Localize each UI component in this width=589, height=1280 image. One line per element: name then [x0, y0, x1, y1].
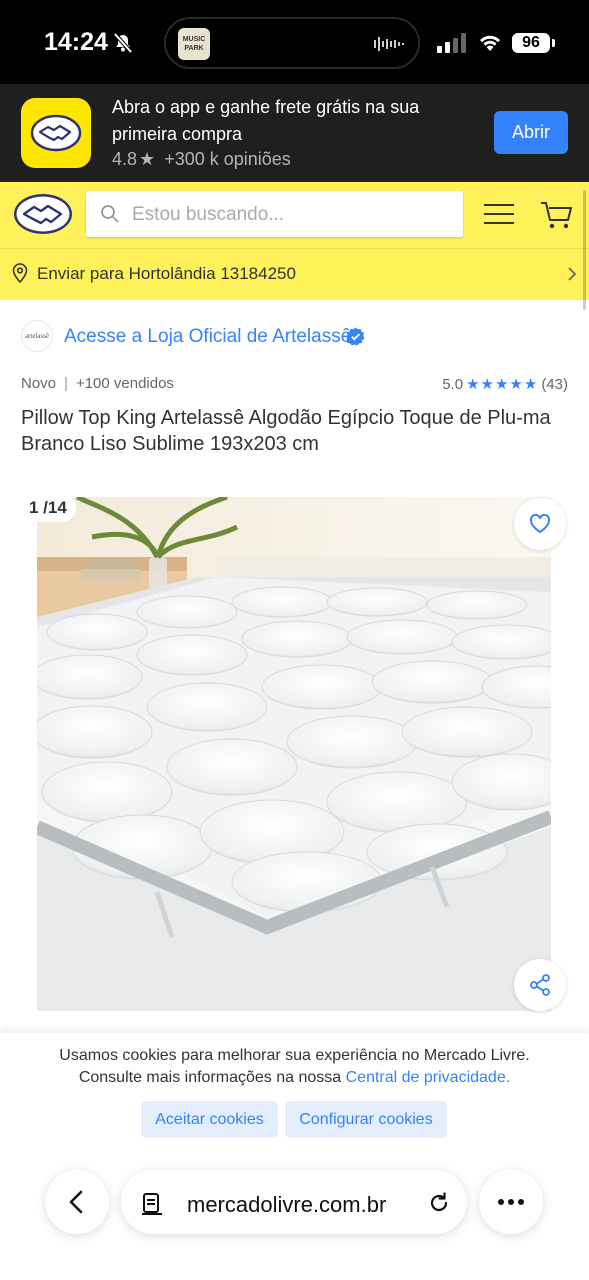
shipping-location[interactable]: Enviar para Hortolândia 13184250: [12, 262, 577, 286]
cookie-text-line2: Consulte mais informações na nossa: [78, 1069, 342, 1086]
heart-icon: [529, 514, 551, 534]
reload-icon[interactable]: [427, 1191, 451, 1215]
open-app-button[interactable]: Abrir: [494, 111, 568, 154]
rating-value: 5.0: [442, 376, 464, 393]
app-rating-value: 4.8: [112, 149, 138, 169]
search-icon: [101, 205, 119, 223]
back-button[interactable]: [45, 1170, 109, 1234]
share-button[interactable]: [514, 959, 566, 1011]
cart-icon[interactable]: [540, 200, 574, 230]
search-placeholder: Estou buscando...: [132, 204, 285, 225]
store-logo[interactable]: artelassê: [21, 320, 53, 352]
handshake-logo-icon: [30, 114, 82, 152]
verified-badge-icon: [346, 327, 365, 346]
audio-wave-icon: [374, 37, 404, 51]
site-header: Estou buscando... Enviar para Hortolândi…: [0, 182, 589, 300]
scroll-indicator[interactable]: [583, 190, 586, 310]
address-bar[interactable]: mercadolivre.com.br: [121, 1170, 467, 1234]
star-icon: ★: [139, 149, 156, 169]
separator: |: [64, 375, 68, 392]
location-pin-icon: [12, 263, 28, 283]
product-rating[interactable]: 5.0 ★★★★★ (43): [442, 375, 568, 393]
hamburger-menu-icon[interactable]: [484, 202, 514, 226]
browser-toolbar: mercadolivre.com.br: [0, 1165, 589, 1280]
battery-indicator: 96: [512, 33, 550, 53]
battery-tip: [552, 39, 555, 47]
app-icon[interactable]: [21, 98, 91, 168]
accept-cookies-button[interactable]: Aceitar cookies: [141, 1101, 278, 1138]
official-store-link[interactable]: Acesse a Loja Oficial de Artelassê: [64, 326, 351, 348]
mattress-topper-image: [37, 497, 551, 1011]
app-review-count: +300 k opiniões: [164, 149, 291, 169]
location-text: Enviar para Hortolândia 13184250: [37, 264, 296, 283]
review-count: (43): [541, 376, 568, 393]
status-time: 14:24: [44, 28, 108, 56]
favorite-button[interactable]: [514, 498, 566, 550]
dot-icon: [498, 1199, 504, 1205]
dynamic-island[interactable]: MUSIC PARK: [164, 17, 420, 69]
status-bar: 14:24 MUSIC PARK 96: [0, 0, 589, 84]
header-divider: [0, 248, 589, 249]
image-counter: 1 /14: [20, 494, 76, 522]
product-title: Pillow Top King Artelassê Algodão Egípci…: [21, 407, 551, 455]
share-icon: [530, 974, 550, 996]
condition-sold: Novo | +100 vendidos: [21, 375, 174, 392]
cellular-signal-icon: [437, 33, 466, 53]
now-playing-artwork: MUSIC PARK: [178, 28, 210, 60]
configure-cookies-button[interactable]: Configurar cookies: [285, 1101, 447, 1138]
app-rating: 4.8 ★ +300 k opiniões: [112, 149, 291, 170]
mercado-livre-logo[interactable]: [12, 192, 74, 236]
chevron-left-icon: [69, 1190, 83, 1214]
product-info: artelassê Acesse a Loja Oficial de Artel…: [0, 300, 589, 474]
wifi-icon: [480, 35, 500, 51]
condition: Novo: [21, 375, 57, 392]
cookie-text-line1: Usamos cookies para melhorar sua experiê…: [59, 1047, 530, 1064]
app-install-banner: Abra o app e ganhe frete grátis na sua p…: [0, 84, 589, 182]
bell-slash-icon: [113, 32, 133, 54]
privacy-center-link[interactable]: Central de privacidade.: [346, 1069, 511, 1086]
product-gallery: 1 /14: [0, 474, 589, 1034]
chevron-right-icon: [568, 267, 577, 281]
sold-count: +100 vendidos: [75, 375, 174, 392]
page-menu-icon: [142, 1193, 162, 1215]
rating-stars-icon: ★★★★★: [466, 376, 539, 393]
search-input[interactable]: Estou buscando...: [86, 191, 463, 237]
dot-icon: [508, 1199, 514, 1205]
product-photo[interactable]: [37, 497, 551, 1011]
dot-icon: [518, 1199, 524, 1205]
app-banner-message: Abra o app e ganhe frete grátis na sua p…: [112, 97, 420, 144]
url-text: mercadolivre.com.br: [187, 1192, 387, 1217]
cookie-message: Usamos cookies para melhorar sua experiê…: [20, 1045, 569, 1089]
more-options-button[interactable]: [479, 1170, 543, 1234]
